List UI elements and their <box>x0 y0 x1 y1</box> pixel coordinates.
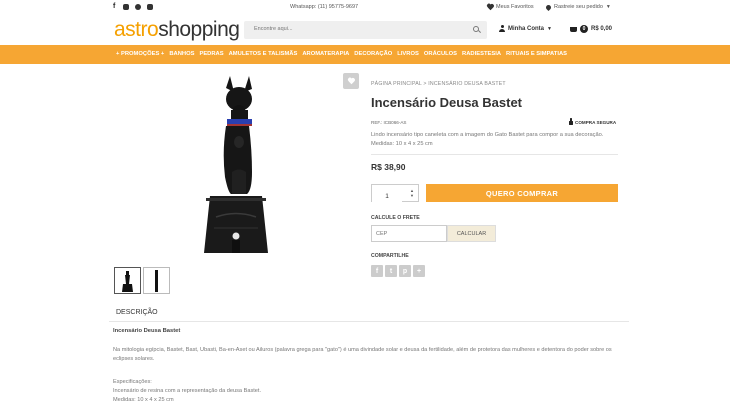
chevron-down-icon[interactable]: ▼ <box>410 193 414 198</box>
cart-button[interactable]: 0 R$ 0,00 <box>570 25 612 33</box>
specification-line: Incensário de resina com a representação… <box>113 388 262 394</box>
product-thumbnail[interactable] <box>114 267 141 294</box>
cart-icon <box>570 26 577 32</box>
breadcrumb[interactable]: PÁGINA PRINCIPAL > INCENSÁRIO DEUSA BAST… <box>371 81 506 87</box>
nav-item-pedras[interactable]: PEDRAS <box>199 51 223 57</box>
pinterest-share-icon[interactable]: p <box>399 265 411 277</box>
top-bar: f Whatsapp: (11) 95775-9697 Meus Favorit… <box>0 0 730 15</box>
track-order-label: Rastreie seu pedido <box>554 4 603 10</box>
calculate-shipping-button[interactable]: CALCULAR <box>447 225 496 242</box>
favorites-link[interactable]: Meus Favoritos <box>487 4 534 10</box>
nav-list: + PROMOÇÕES + BANHOS PEDRAS AMULETOS E T… <box>116 51 572 57</box>
heart-icon <box>487 4 493 10</box>
secure-label: COMPRA SEGURA <box>575 120 617 125</box>
nav-item-promocoes[interactable]: + PROMOÇÕES + <box>116 51 164 57</box>
share-buttons: f t p + <box>371 265 425 277</box>
nav-item-oraculos[interactable]: ORÁCULOS <box>424 51 457 57</box>
buy-button[interactable]: QUERO COMPRAR <box>426 184 618 202</box>
nav-item-amuletos[interactable]: AMULETOS E TALISMÃS <box>229 51 298 57</box>
logo-part-shopping: shopping <box>158 18 240 41</box>
cart-count-badge: 0 <box>580 25 588 33</box>
search-input[interactable] <box>254 26 454 32</box>
share-label: COMPARTILHE <box>371 253 409 259</box>
site-logo[interactable]: astroshopping <box>114 18 240 42</box>
nav-item-aromaterapia[interactable]: AROMATERAPIA <box>302 51 349 57</box>
chevron-down-icon: ▼ <box>547 25 552 32</box>
pinterest-icon[interactable] <box>135 4 141 10</box>
nav-item-banhos[interactable]: BANHOS <box>169 51 194 57</box>
quantity-input[interactable] <box>372 188 402 205</box>
heart-icon <box>348 78 354 84</box>
cart-total: R$ 0,00 <box>591 26 613 32</box>
description-title: Incensário Deusa Bastet <box>113 328 181 334</box>
thumbnail-image <box>155 270 158 292</box>
instagram-icon[interactable] <box>123 4 129 10</box>
location-pin-icon <box>544 3 553 11</box>
favorites-label: Meus Favoritos <box>496 4 534 10</box>
product-short-description: Lindo incensário tipo caneleta com a ima… <box>371 132 604 147</box>
nav-item-rituais[interactable]: RITUAIS E SIMPATIAS <box>506 51 567 57</box>
divider <box>109 321 629 322</box>
cep-field <box>371 225 447 242</box>
add-favorite-button[interactable] <box>343 73 359 89</box>
product-title: Incensário Deusa Bastet <box>371 95 523 110</box>
search-bar <box>244 21 487 39</box>
product-ref: REF.: ICB066-AS <box>371 120 407 125</box>
logo-part-astro: astro <box>114 18 159 41</box>
cep-input[interactable] <box>376 231 442 237</box>
user-icon <box>499 25 505 32</box>
description-body: Na mitologia egípcia, Bastet, Bast, Ubas… <box>113 347 612 362</box>
facebook-share-icon[interactable]: f <box>371 265 383 277</box>
main-nav: + PROMOÇÕES + BANHOS PEDRAS AMULETOS E T… <box>0 45 730 64</box>
thumbnail-image <box>122 271 133 292</box>
whatsapp-contact: Whatsapp: (11) 95775-9697 <box>290 4 359 10</box>
account-menu[interactable]: Minha Conta ▼ <box>499 25 552 32</box>
plus-share-icon[interactable]: + <box>413 265 425 277</box>
secure-purchase-badge: COMPRA SEGURA <box>569 118 617 125</box>
product-main-image[interactable] <box>146 72 326 253</box>
nav-item-radiestesia[interactable]: RADIESTESIA <box>462 51 501 57</box>
nav-item-decoracao[interactable]: DECORAÇÃO <box>354 51 392 57</box>
search-icon[interactable] <box>473 26 479 32</box>
twitter-share-icon[interactable]: t <box>385 265 397 277</box>
youtube-icon[interactable] <box>147 4 153 10</box>
nav-item-livros[interactable]: LIVROS <box>397 51 419 57</box>
bastet-statue-image <box>204 76 268 253</box>
product-price: R$ 38,90 <box>371 162 406 172</box>
facebook-icon[interactable]: f <box>113 3 117 10</box>
product-thumbnail[interactable] <box>143 267 170 294</box>
chevron-down-icon: ▼ <box>605 4 611 10</box>
specifications-label: Especificações: <box>113 379 152 385</box>
shipping-label: CALCULE O FRETE <box>371 215 420 221</box>
tab-description[interactable]: DESCRIÇÃO <box>116 309 158 316</box>
divider <box>371 154 618 155</box>
lock-icon <box>569 118 573 125</box>
social-links: f <box>113 3 153 10</box>
account-label: Minha Conta <box>508 25 544 32</box>
quantity-stepper[interactable]: ▲▼ <box>371 184 419 205</box>
track-order-link[interactable]: Rastreie seu pedido ▼ <box>544 3 611 11</box>
specification-line: Medidas: 10 x 4 x 25 cm <box>113 397 174 403</box>
quantity-arrows[interactable]: ▲ ▼ <box>410 188 414 198</box>
